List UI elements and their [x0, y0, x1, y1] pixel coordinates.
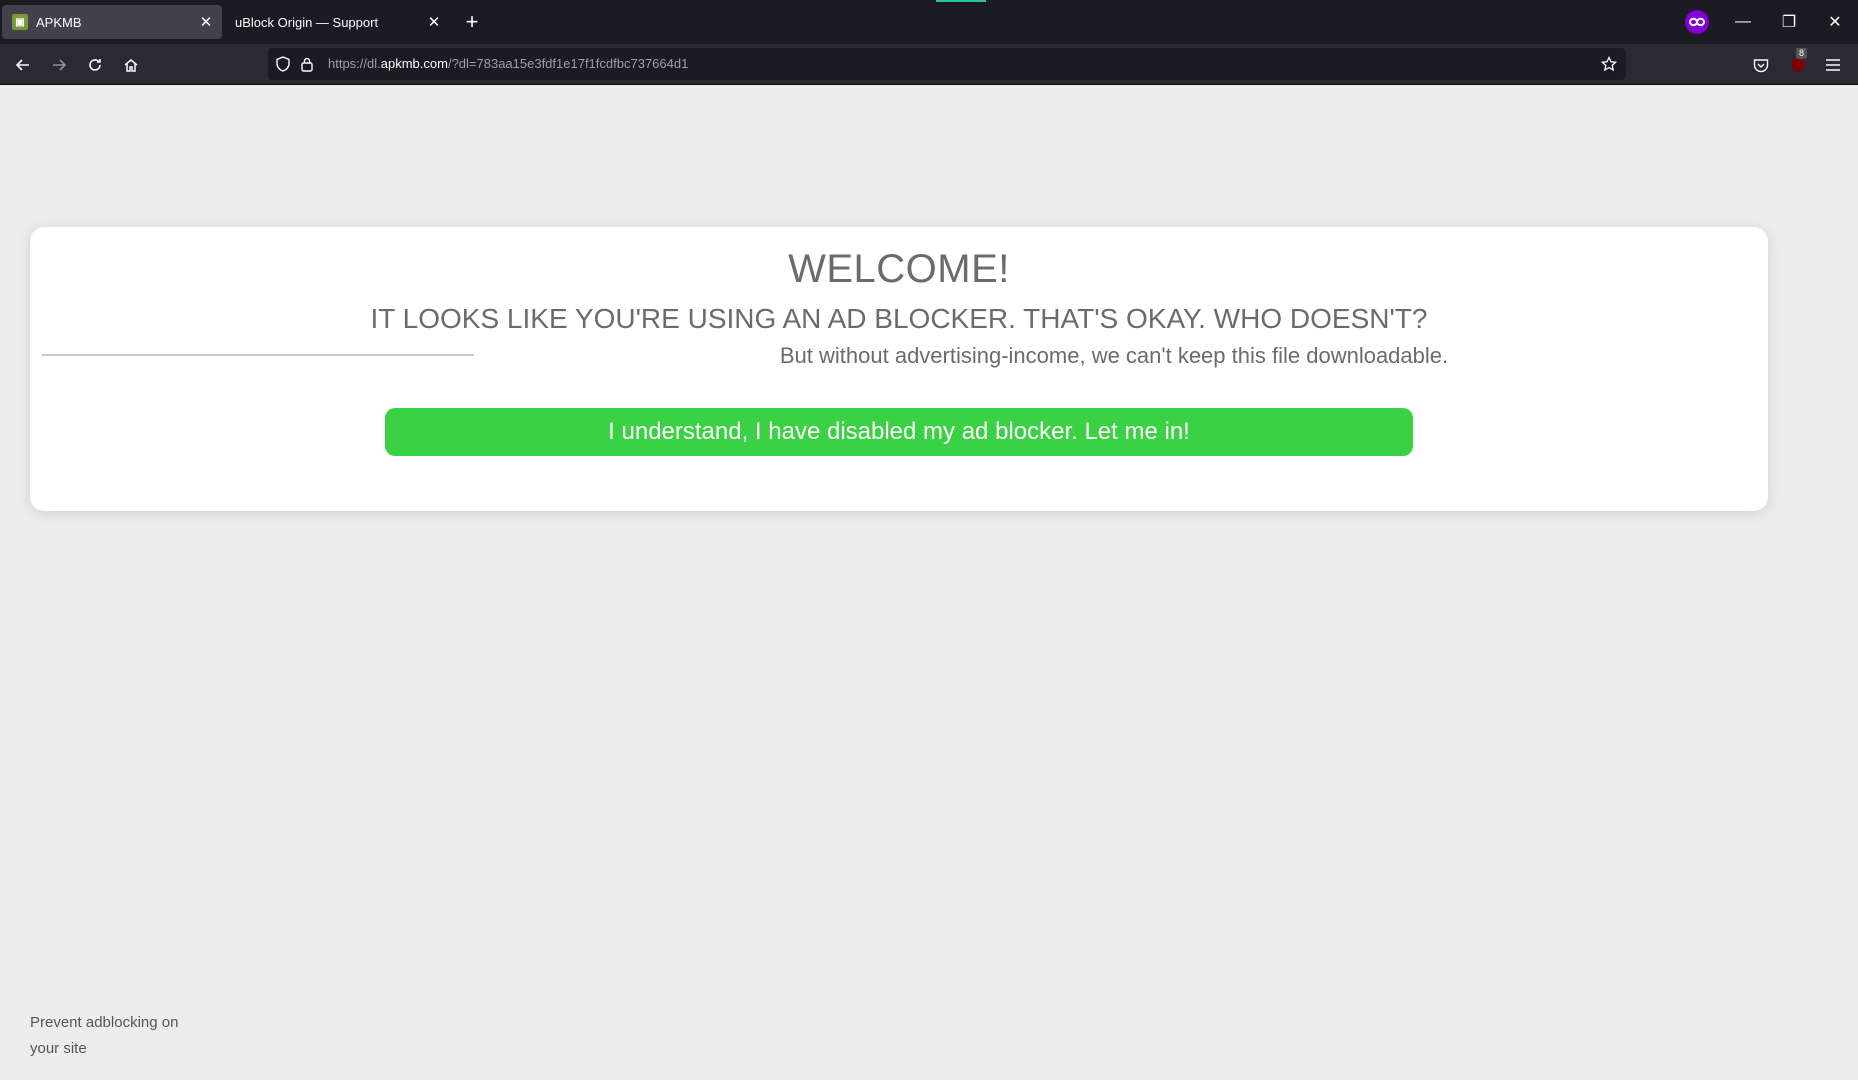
ublock-blocked-count-badge: 8: [1796, 48, 1808, 59]
close-tab-icon[interactable]: ✕: [194, 10, 218, 34]
welcome-heading: WELCOME!: [788, 247, 1010, 291]
url-bar[interactable]: https://dl.apkmb.com/?dl=783aa15e3fdf1e1…: [268, 48, 1626, 80]
minimize-button[interactable]: —: [1720, 0, 1766, 44]
navigation-toolbar: https://dl.apkmb.com/?dl=783aa15e3fdf1e1…: [0, 44, 1858, 85]
page-content: WELCOME! IT LOOKS LIKE YOU'RE USING AN A…: [0, 85, 1858, 1080]
reload-icon: [89, 59, 101, 71]
apkmb-favicon-icon: ▣: [12, 14, 28, 30]
app-menu-button[interactable]: [1818, 50, 1848, 80]
tab-bar: ▣ APKMB ✕ uBlock Origin — Support ✕ + — …: [0, 0, 1858, 44]
pocket-button[interactable]: [1746, 50, 1776, 80]
close-window-button[interactable]: ✕: [1812, 0, 1858, 44]
url-text[interactable]: https://dl.apkmb.com/?dl=783aa15e3fdf1e1…: [328, 48, 688, 80]
tab-title: uBlock Origin — Support: [235, 14, 379, 30]
pocket-icon: [1753, 58, 1769, 72]
tracking-protection-shield-icon[interactable]: [272, 53, 294, 75]
tab-drag-indicator: [936, 0, 986, 2]
forward-button[interactable]: [44, 50, 74, 80]
private-browsing-icon: [1685, 10, 1709, 34]
url-host: apkmb.com: [380, 56, 448, 71]
home-button[interactable]: [116, 50, 146, 80]
home-icon: [124, 59, 138, 72]
new-tab-button[interactable]: +: [458, 8, 486, 36]
padlock-icon[interactable]: [296, 53, 318, 75]
tab-apkmb[interactable]: ▣ APKMB ✕: [2, 5, 222, 39]
prevent-adblocking-link[interactable]: Prevent adblocking on your site: [30, 1010, 190, 1062]
hamburger-menu-icon: [1826, 59, 1840, 71]
url-scheme: https://dl.: [328, 56, 381, 71]
tab-ublock-support[interactable]: uBlock Origin — Support ✕: [226, 5, 450, 39]
forward-arrow-icon: [53, 59, 67, 71]
reload-button[interactable]: [80, 50, 110, 80]
close-tab-icon[interactable]: ✕: [422, 10, 446, 34]
adblock-message: But without advertising-income, we can't…: [779, 343, 1449, 368]
disabled-adblocker-button[interactable]: I understand, I have disabled my ad bloc…: [385, 408, 1413, 456]
adblock-subheading: IT LOOKS LIKE YOU'RE USING AN AD BLOCKER…: [370, 303, 1428, 334]
bookmark-star-icon[interactable]: [1598, 53, 1620, 75]
restore-button[interactable]: ❐: [1766, 0, 1812, 44]
adblock-notice-card: WELCOME! IT LOOKS LIKE YOU'RE USING AN A…: [30, 227, 1768, 511]
back-arrow-icon: [15, 59, 29, 71]
url-path: /?dl=783aa15e3fdf1e17f1fcdfbc737664d1: [447, 56, 689, 71]
ublock-origin-icon: [1792, 58, 1804, 72]
tab-title: APKMB: [36, 14, 82, 30]
back-button[interactable]: [8, 50, 38, 80]
